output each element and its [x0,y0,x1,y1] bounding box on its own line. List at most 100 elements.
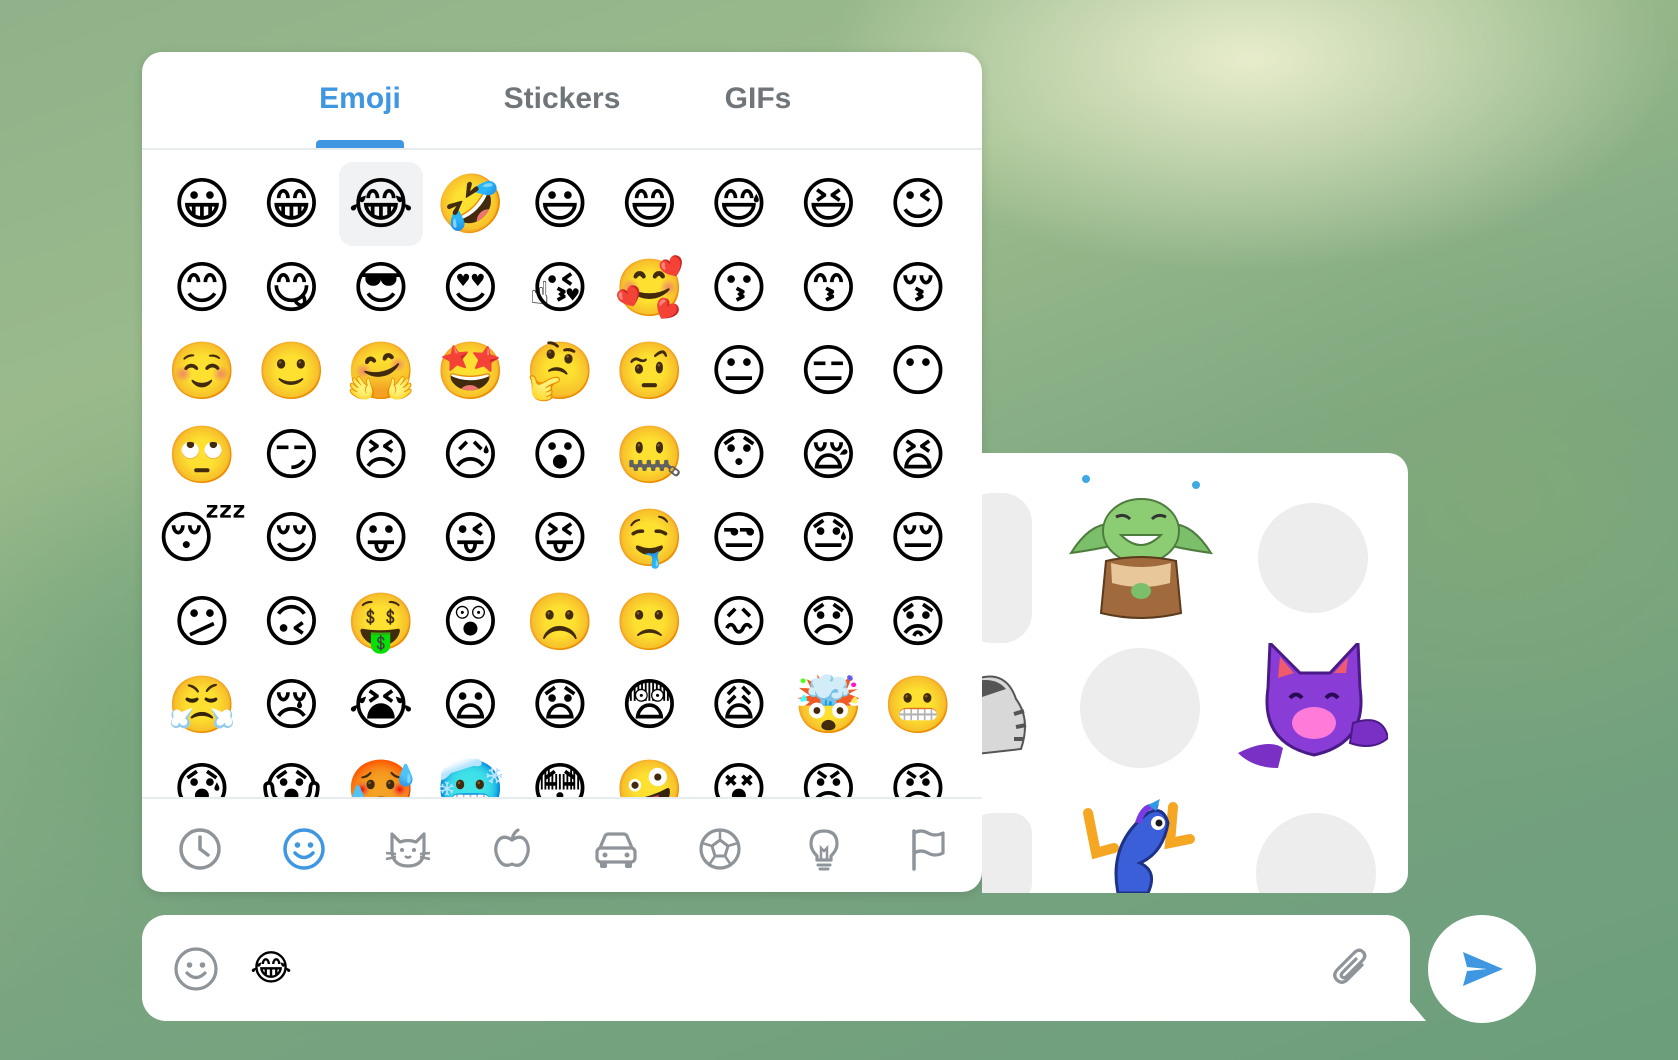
emoji-cell[interactable]: 😪 [787,413,871,497]
emoji-toggle-smiley-icon[interactable] [172,945,220,993]
emoji-cell[interactable]: 😱 [250,747,334,797]
emoji-cell[interactable]: 😍 [429,246,513,330]
emoji-cell[interactable]: 😵 [697,747,781,797]
sticker-placeholder [1080,648,1200,768]
emoji-cell[interactable]: 😊 [160,246,244,330]
emoji-cell[interactable]: 🙃 [250,580,334,664]
emoji-grid: 😀 😁 😂 🤣 😃 😄 😅 😆 😉 😊 😋 😎 😍 😘 🥰 😗 😙 😚 ☺️ 🙂 🤗 🤩 🤔 🤨 😐 😑 😶 🙄 😏 😣 😥 😮 🤐 😯 😪 😫 😴 😌 😛… [160,162,970,797]
emoji-cell[interactable]: 😯 [697,413,781,497]
emoji-cell[interactable]: 😤 [160,663,244,747]
emoji-cell[interactable]: 🤐 [608,413,692,497]
emoji-cell[interactable]: 🤩 [429,329,513,413]
emoji-cell[interactable]: 😦 [429,663,513,747]
emoji-cell[interactable]: 😉 [876,162,960,246]
paperclip-attach-icon[interactable] [1328,945,1376,993]
blue-bird-sticker[interactable] [1078,793,1208,893]
composer-bubble-tail [1396,985,1426,1021]
emoji-cell[interactable]: 😏 [250,413,334,497]
emoji-cell[interactable]: 😚 [876,246,960,330]
emoji-cell[interactable]: 😎 [339,246,423,330]
emoji-cell[interactable]: 🤔 [518,329,602,413]
emoji-cell[interactable]: 😛 [339,496,423,580]
emoji-cell[interactable]: 😋 [250,246,334,330]
message-composer [142,915,1410,1021]
emoji-cell[interactable]: 😟 [876,580,960,664]
car-travel-icon[interactable] [592,825,640,873]
emoji-cell[interactable]: ☹️ [518,580,602,664]
emoji-category-bar [142,797,982,892]
emoji-cell[interactable]: 🥰 [608,246,692,330]
emoji-cell[interactable]: 🤨 [608,329,692,413]
emoji-cell[interactable]: 😁 [250,162,334,246]
emoji-cell[interactable]: 🤤 [608,496,692,580]
emoji-cell[interactable]: ☺️ [160,329,244,413]
emoji-cell[interactable]: 😑 [787,329,871,413]
emoji-cell[interactable]: 😔 [876,496,960,580]
emoji-cell[interactable]: 😀 [160,162,244,246]
emoji-cell[interactable]: 😶 [876,329,960,413]
send-button[interactable] [1428,915,1536,1023]
emoji-cell[interactable]: 🙂 [250,329,334,413]
tab-emoji[interactable]: Emoji [316,82,404,116]
emoji-cell[interactable]: 😖 [697,580,781,664]
emoji-cell[interactable]: 😜 [429,496,513,580]
sticker-placeholder [1258,503,1368,613]
emoji-cell[interactable]: 😧 [518,663,602,747]
emoji-cell[interactable]: 😰 [160,747,244,797]
emoji-cell[interactable]: 🥶 [429,747,513,797]
emoji-cell[interactable]: 🤣 [429,162,513,246]
send-arrow-icon [1463,952,1503,986]
flag-category-icon[interactable] [904,825,952,873]
tab-gifs[interactable]: GIFs [708,82,808,116]
purple-cat-sticker[interactable] [1238,639,1390,773]
emoji-cell[interactable]: 😒 [697,496,781,580]
emoji-cell[interactable]: 😞 [787,580,871,664]
soccer-ball-activity-icon[interactable] [696,825,744,873]
green-alien-sticker[interactable] [1066,473,1216,623]
recent-clock-icon[interactable] [176,825,224,873]
emoji-cell[interactable]: 🤪 [608,747,692,797]
emoji-cell[interactable]: 😡 [787,747,871,797]
emoji-cell[interactable]: 😣 [339,413,423,497]
raccoon-sticker-partial[interactable] [982,669,1036,759]
smiley-category-icon[interactable] [280,825,328,873]
emoji-cell[interactable]: 🥵 [339,747,423,797]
emoji-cell[interactable]: 🙁 [608,580,692,664]
emoji-cell[interactable]: 🙄 [160,413,244,497]
emoji-cell[interactable]: 😆 [787,162,871,246]
emoji-cell[interactable]: 😥 [429,413,513,497]
emoji-cell[interactable]: 😠 [876,747,960,797]
message-input[interactable] [250,943,1250,993]
emoji-cell[interactable]: 😮 [518,413,602,497]
emoji-cell[interactable]: 😗 [697,246,781,330]
emoji-cell[interactable]: 😳 [518,747,602,797]
emoji-cell[interactable]: 😬 [876,663,960,747]
emoji-cell[interactable]: 🤗 [339,329,423,413]
emoji-cell[interactable]: 😴 [160,496,247,580]
emoji-cell[interactable]: 😝 [518,496,602,580]
emoji-cell[interactable]: 😭 [339,663,423,747]
emoji-cell[interactable]: 😅 [697,162,781,246]
emoji-cell[interactable]: 😃 [518,162,602,246]
tab-stickers[interactable]: Stickers [492,82,632,116]
emoji-cell[interactable]: 😘 [518,246,602,330]
emoji-cell[interactable]: 😓 [787,496,871,580]
emoji-cell[interactable]: 😢 [250,663,334,747]
emoji-cell[interactable]: 😫 [876,413,960,497]
emoji-cell[interactable]: 😂 [339,162,423,246]
sticker-preview-panel [982,453,1408,893]
emoji-cell[interactable]: 🤑 [339,580,423,664]
emoji-cell[interactable]: 😌 [250,496,334,580]
emoji-cell[interactable]: 😕 [160,580,244,664]
emoji-cell[interactable]: 😐 [697,329,781,413]
emoji-cell[interactable]: 😨 [608,663,692,747]
lightbulb-objects-icon[interactable] [800,825,848,873]
active-tab-indicator [316,140,404,148]
apple-food-icon[interactable] [488,825,536,873]
emoji-cell[interactable]: 😲 [429,580,513,664]
cat-category-icon[interactable] [384,825,432,873]
emoji-cell[interactable]: 🤯 [787,663,871,747]
emoji-cell[interactable]: 😄 [608,162,692,246]
emoji-cell[interactable]: 😙 [787,246,871,330]
emoji-cell[interactable]: 😩 [697,663,781,747]
